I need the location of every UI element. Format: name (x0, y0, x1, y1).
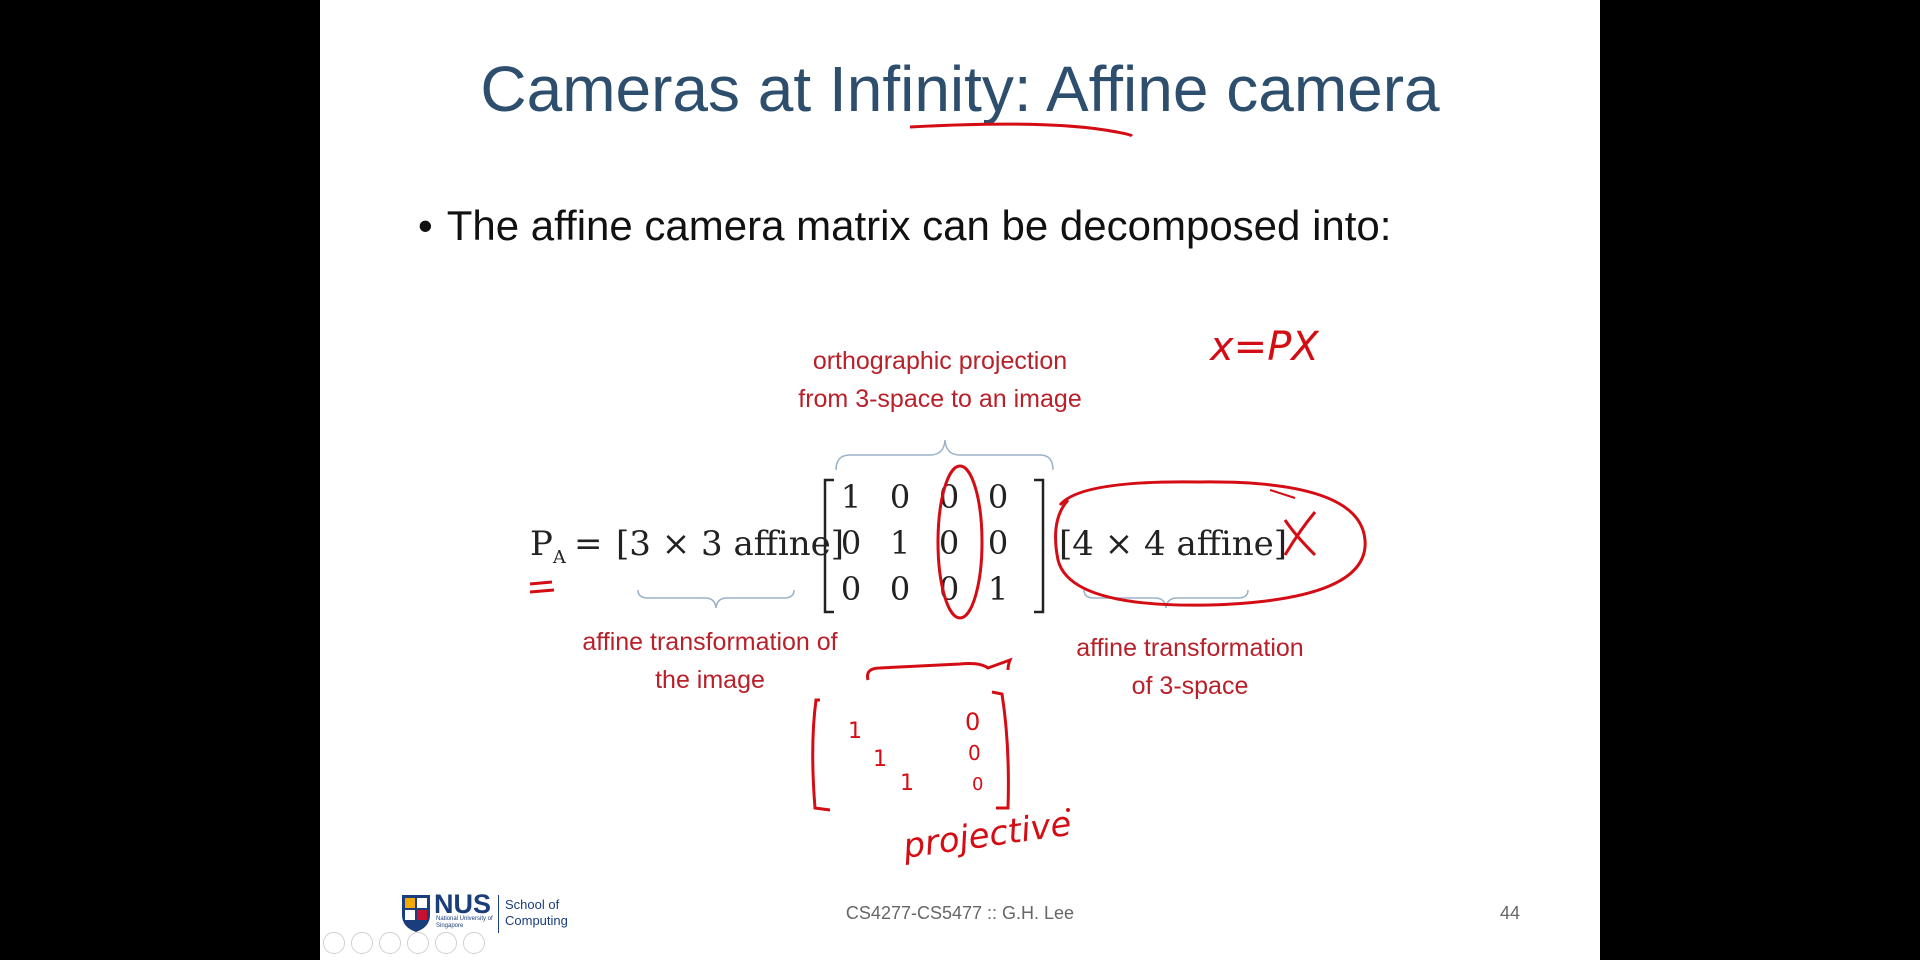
matrix-right-bracket (1034, 478, 1045, 614)
sketch-entry-ink: 0 (972, 774, 983, 795)
more-icon[interactable] (463, 932, 485, 954)
factor-circle-ink (1054, 480, 1367, 607)
previous-icon[interactable] (323, 932, 345, 954)
logo-school-line1: School of (505, 897, 560, 912)
overbrace (835, 439, 1054, 471)
ink-stroke (1269, 489, 1296, 499)
slide: Cameras at Infinity: Affine camera • The … (320, 0, 1600, 960)
slideshow-controls[interactable] (323, 932, 491, 956)
sketch-left-bracket-ink (811, 698, 831, 812)
logo-divider (498, 895, 499, 933)
logo-school: School of Computing (505, 897, 568, 929)
lhs-underline-ink (529, 580, 553, 586)
sketch-entry-ink: 0 (965, 708, 980, 736)
next-icon[interactable] (351, 932, 373, 954)
sketch-entry-ink: 0 (968, 741, 981, 765)
ink-dot (1066, 808, 1070, 812)
footer-course: CS4277-CS5477 :: G.H. Lee (845, 903, 1075, 923)
shield-icon (402, 895, 430, 932)
formula-ink: x=PX (1208, 324, 1320, 370)
nus-logo: NUS National University of Singapore Sch… (400, 889, 600, 935)
underbrace-left (637, 589, 795, 609)
logo-school-line2: Computing (505, 913, 568, 928)
slides-icon[interactable] (407, 932, 429, 954)
annotation-layer: x=PX 1 1 1 0 0 0 projective (529, 122, 1367, 867)
lhs-underline-ink (529, 588, 555, 594)
sketch-right-bracket-ink (991, 690, 1010, 810)
sketch-entry-ink: 1 (873, 747, 887, 772)
column-circle-ink (936, 464, 984, 620)
sketch-brace-ink (866, 657, 1013, 681)
page-number: 44 (1499, 903, 1520, 923)
zoom-icon[interactable] (435, 932, 457, 954)
logo-subtext: National University of Singapore (436, 916, 493, 929)
pen-icon[interactable] (379, 932, 401, 954)
sketch-entry-ink: 1 (848, 719, 862, 744)
sketch-entry-ink: 1 (900, 771, 914, 796)
title-underline-ink (909, 122, 1134, 138)
projective-word-ink: projective (900, 804, 1074, 867)
matrix-left-bracket (823, 478, 834, 614)
